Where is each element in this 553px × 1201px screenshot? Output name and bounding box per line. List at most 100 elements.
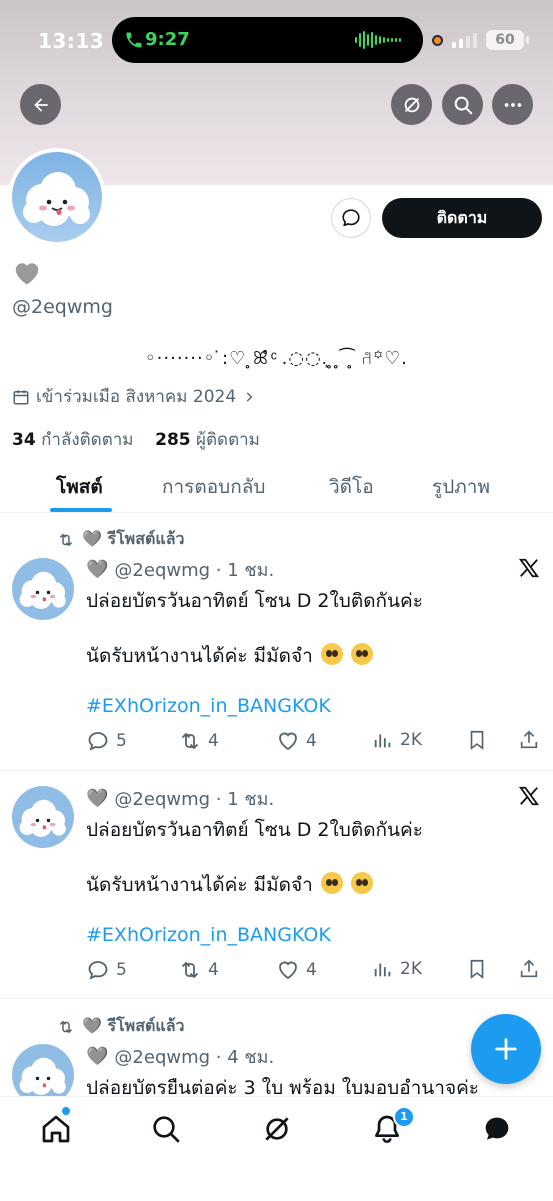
calendar-icon [13, 389, 29, 404]
tweet-name[interactable]: 🩶 [86, 559, 108, 580]
repost-icon [181, 961, 199, 979]
views-button[interactable]: 2K [372, 958, 422, 980]
grok-icon [404, 97, 419, 112]
reply-button[interactable]: 5 [86, 729, 127, 753]
repost-button[interactable]: 4 [178, 958, 219, 982]
following-label: กำลังติดตาม [41, 430, 134, 450]
share-button[interactable] [518, 958, 540, 980]
tweet-header: 🩶 @2eqwmg · 1 ชม. [86, 555, 274, 584]
tweet-actions: 5 4 4 2K [86, 729, 546, 755]
share-button[interactable] [518, 729, 540, 751]
profile-bio: ◦·······◦ ̇:♡ ̥ꕤ̊ ͨ .◌◌.͙ ̥ ̥ ͡ ̥ ⑁̊꙳♡. [145, 348, 408, 369]
battery-cap [526, 36, 529, 44]
share-icon [520, 730, 538, 749]
phone-icon [126, 32, 142, 48]
joined-text: เข้าร่วมเมือ สิงหาคม 2024 [36, 387, 237, 407]
repost-count: 4 [208, 960, 219, 980]
tweet-actions: 5 4 4 2K [86, 958, 546, 984]
plus-icon [495, 1038, 517, 1060]
repost-count: 4 [208, 731, 219, 751]
more-icon [504, 102, 521, 107]
pleading-face-emoji [350, 643, 373, 665]
bottom-navigation [0, 1096, 553, 1201]
back-button[interactable] [20, 84, 61, 125]
repost-icon [59, 1020, 73, 1033]
more-button[interactable] [492, 84, 533, 125]
compose-button[interactable] [471, 1014, 541, 1084]
grok-button[interactable] [391, 84, 432, 125]
tweet-text-line: ปล่อยบัตรวันอาทิตย์ โซน D 2ใบติดกันค่ะ [86, 590, 423, 612]
active-tab-indicator [50, 508, 112, 512]
tab-videos[interactable]: วิดีโอ [329, 472, 374, 502]
share-icon [520, 959, 538, 978]
tweet-text-content: นัดรับหน้างานได้ค่ะ มีมัดจำ [86, 645, 313, 667]
tab-posts[interactable]: โพสต์ [56, 472, 103, 502]
notifications-badge: 1 [393, 1106, 415, 1128]
search-icon[interactable] [150, 1113, 182, 1145]
views-count: 2K [400, 730, 422, 750]
like-button[interactable]: 4 [276, 729, 317, 753]
tweet-name[interactable]: 🩶 [86, 788, 108, 809]
status-time: 13:13 [38, 29, 105, 53]
views-count: 2K [400, 959, 422, 979]
views-icon [374, 734, 391, 748]
views-icon [374, 963, 391, 977]
tweet-name[interactable]: 🩶 [86, 1046, 108, 1067]
following-link[interactable]: 34 กำลังติดตาม [12, 430, 134, 450]
like-button[interactable]: 4 [276, 958, 317, 982]
tweet-divider [0, 998, 553, 999]
profile-handle: @2eqwmg [12, 296, 113, 318]
tweet-avatar[interactable] [12, 558, 74, 620]
followers-count: 285 [155, 430, 191, 450]
cloud-avatar-image [12, 786, 74, 848]
heart-icon [279, 961, 297, 980]
like-count: 4 [306, 731, 317, 751]
cloud-avatar-image [12, 558, 74, 620]
pleading-face-emoji [320, 872, 343, 894]
tweet-hashtag[interactable]: #EXhOrizon_in_BANGKOK [86, 695, 331, 717]
reply-count: 5 [116, 731, 127, 751]
repost-indicator: 🩶 รีโพสต์แล้ว [56, 1014, 184, 1039]
follow-button[interactable]: ติดตาม [382, 198, 542, 238]
followers-link[interactable]: 285 ผู้ติดตาม [155, 430, 260, 450]
home-icon[interactable] [40, 1113, 72, 1145]
battery-indicator: 60 [486, 30, 524, 50]
bookmark-icon [470, 730, 484, 750]
tweet-text-line: ปล่อยบัตรวันอาทิตย์ โซน D 2ใบติดกันค่ะ [86, 819, 423, 841]
grok-icon[interactable] [261, 1113, 293, 1145]
views-button[interactable]: 2K [372, 729, 422, 751]
tab-replies[interactable]: การตอบกลับ [162, 472, 265, 502]
following-count: 34 [12, 430, 36, 450]
repost-icon [59, 533, 73, 546]
tab-photos[interactable]: รูปภาพ [432, 472, 490, 502]
bookmark-button[interactable] [466, 958, 488, 980]
search-icon [454, 96, 472, 114]
tweet-avatar[interactable] [12, 786, 74, 848]
profile-avatar[interactable] [8, 148, 106, 246]
followers-label: ผู้ติดตาม [196, 430, 260, 450]
search-button[interactable] [442, 84, 483, 125]
tweet-text-content: นัดรับหน้างานได้ค่ะ มีมัดจำ [86, 874, 313, 896]
arrow-left-icon [33, 97, 48, 112]
tweet-header: 🩶 @2eqwmg · 1 ชม. [86, 784, 274, 813]
reply-icon [88, 961, 108, 980]
like-count: 4 [306, 960, 317, 980]
tweet-handle-time[interactable]: @2eqwmg · 4 ชม. [114, 1042, 274, 1071]
bookmark-button[interactable] [466, 729, 488, 751]
dynamic-island-call[interactable]: 9:27 [112, 17, 423, 63]
tweet-text-line: นัดรับหน้างานได้ค่ะ มีมัดจำ [86, 641, 373, 671]
status-bar: 13:13 9:27 60 [0, 0, 553, 80]
profile-tabs: โพสต์ การตอบกลับ วิดีโอ รูปภาพ [0, 460, 553, 513]
x-logo-icon [518, 786, 540, 806]
reply-button[interactable]: 5 [86, 958, 127, 982]
repost-icon [181, 732, 199, 750]
message-button[interactable] [331, 198, 371, 238]
tweet-hashtag[interactable]: #EXhOrizon_in_BANGKOK [86, 924, 331, 946]
pleading-face-emoji [320, 643, 343, 665]
chevron-right-icon [246, 391, 253, 402]
chat-icon[interactable] [481, 1113, 513, 1145]
repost-button[interactable]: 4 [178, 729, 219, 753]
tweet-handle-time[interactable]: @2eqwmg · 1 ชม. [114, 555, 274, 584]
home-unread-dot [62, 1107, 70, 1115]
tweet-handle-time[interactable]: @2eqwmg · 1 ชม. [114, 784, 274, 813]
